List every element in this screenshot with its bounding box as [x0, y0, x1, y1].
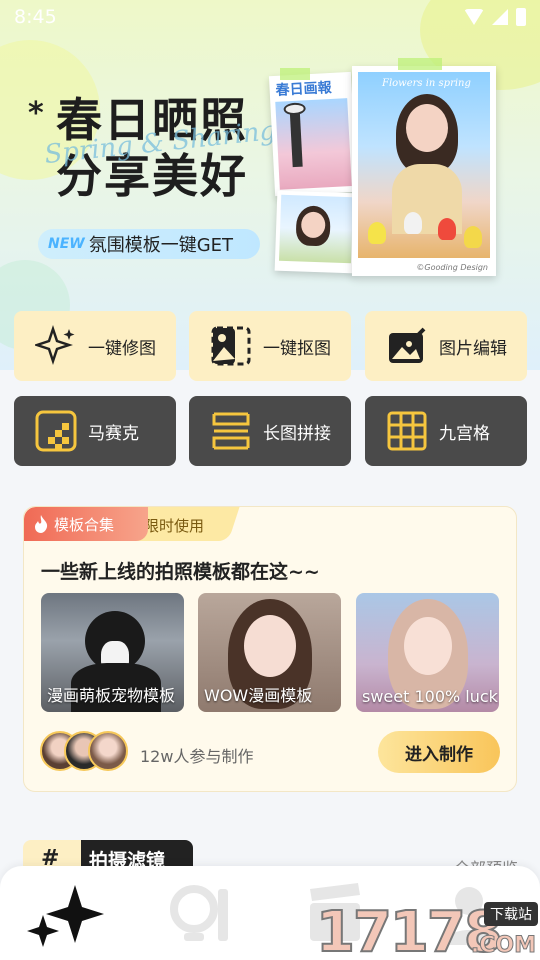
cutout-icon: [209, 324, 253, 368]
enter-create-button[interactable]: 进入制作: [378, 731, 500, 773]
template-caption: sweet 100% luck: [362, 687, 498, 706]
card-title: 一些新上线的拍照模板都在这~~: [41, 561, 320, 583]
asterisk-icon: *: [28, 96, 44, 131]
signal-icon: [492, 9, 508, 25]
nav-item-beauty[interactable]: [156, 874, 246, 954]
status-time: 8:45: [14, 6, 57, 28]
sparkle-icon: [34, 324, 78, 368]
tool-label: 马赛克: [88, 423, 139, 444]
tab-template-collection: 模板合集: [24, 507, 148, 541]
tool-label: 长图拼接: [263, 423, 331, 444]
new-badge: NEW: [48, 236, 85, 252]
template-collection-card[interactable]: 限时使用 模板合集 一些新上线的拍照模板都在这~~ 漫画萌板宠物模板 WOW漫画…: [23, 506, 517, 792]
template-item[interactable]: 漫画萌板宠物模板: [41, 593, 184, 712]
photo-script: Flowers in spring: [382, 78, 471, 89]
participant-avatars: [40, 731, 132, 771]
wifi-icon: [464, 9, 484, 25]
brush-icon: [385, 324, 429, 368]
tool-mosaic[interactable]: 马赛克: [14, 396, 176, 466]
tool-long-stitch[interactable]: 长图拼接: [189, 396, 351, 466]
flame-icon: [35, 515, 48, 533]
site-watermark: 17178 下载站 .COM: [315, 899, 540, 960]
grid-icon: [385, 409, 429, 453]
tool-label: 九宫格: [439, 423, 490, 444]
hero-photo-2: Flowers in spring ©Gooding Design: [352, 66, 496, 276]
tape-decoration: [398, 58, 442, 70]
battery-icon: [516, 8, 526, 26]
template-item[interactable]: sweet 100% luck: [356, 593, 499, 712]
watermark-domain: .COM: [470, 933, 536, 959]
hero-tag: NEW 氛围模板一键GET: [38, 229, 260, 259]
mirror-lipstick-icon: [170, 885, 228, 941]
tab-label: 模板合集: [54, 515, 115, 534]
tool-image-edit[interactable]: 图片编辑: [365, 311, 527, 381]
tab-limited-time: 限时使用: [144, 517, 205, 535]
hero-photo-1: 春日画報: [268, 71, 358, 197]
template-caption: 漫画萌板宠物模板: [47, 686, 176, 705]
tool-nine-grid[interactable]: 九宫格: [365, 396, 527, 466]
watermark-tag: 下载站: [484, 902, 538, 926]
stitch-icon: [209, 409, 253, 453]
photo-credit: ©Gooding Design: [416, 263, 488, 272]
sparkle-icon: [27, 885, 104, 947]
avatar: [88, 731, 128, 771]
nav-item-home[interactable]: [22, 874, 112, 954]
template-item[interactable]: WOW漫画模板: [198, 593, 341, 712]
hero-photo-3: [274, 190, 358, 274]
tool-one-click-retouch[interactable]: 一键修图: [14, 311, 176, 381]
tool-label: 图片编辑: [439, 338, 507, 359]
participant-count: 12w人参与制作: [140, 747, 254, 766]
status-bar: 8:45: [0, 0, 540, 36]
tool-label: 一键抠图: [263, 338, 331, 359]
template-caption: WOW漫画模板: [204, 686, 313, 705]
tape-decoration: [280, 68, 310, 80]
tool-one-click-cutout[interactable]: 一键抠图: [189, 311, 351, 381]
photo-caption: 春日画報: [275, 79, 333, 99]
hero-tag-text: 氛围模板一键GET: [88, 235, 234, 256]
tool-label: 一键修图: [88, 338, 156, 359]
mosaic-icon: [34, 409, 78, 453]
